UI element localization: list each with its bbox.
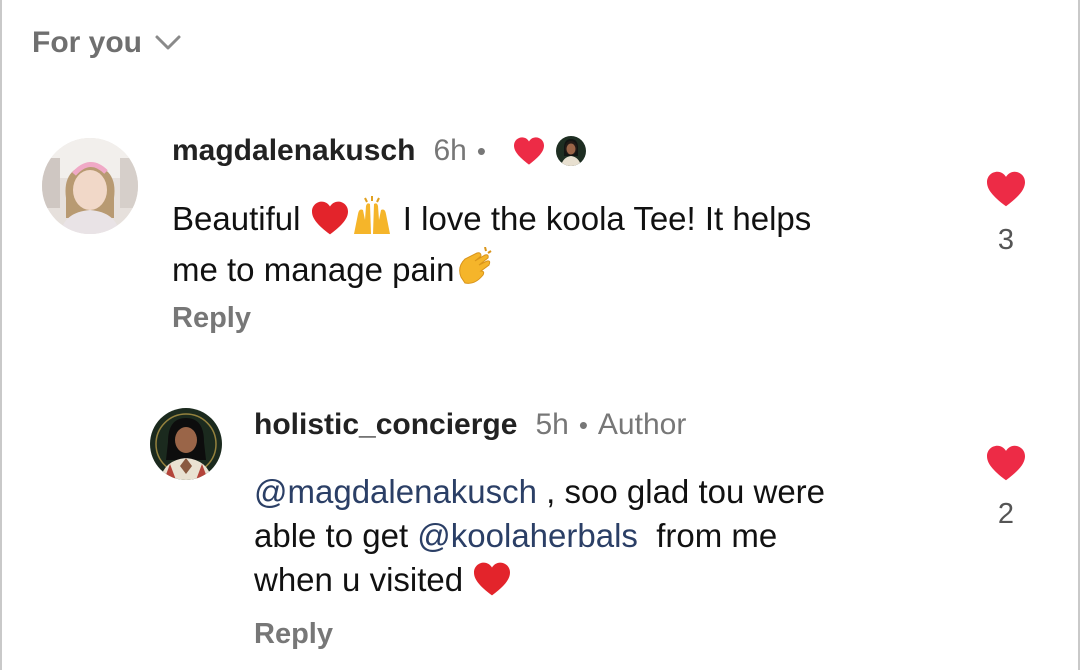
like-column: 3: [976, 170, 1036, 257]
sort-label: For you: [32, 26, 142, 59]
like-count: 2: [997, 498, 1015, 530]
author-mini-avatar: [555, 136, 586, 166]
red-heart-emoji-icon: [310, 200, 350, 247]
sort-dropdown[interactable]: For you: [32, 26, 182, 60]
comment-text-part: able to get: [254, 517, 418, 554]
like-column: 2: [976, 444, 1036, 531]
comment-text-part: , soo glad tou were: [537, 473, 826, 510]
author-badge: Author: [597, 408, 687, 441]
heart-icon[interactable]: [985, 444, 1027, 482]
comment-text: Beautiful I love the koola Tee! It helps…: [172, 196, 912, 298]
mention-link[interactable]: @koolaherbals: [417, 517, 638, 554]
comment-text-part: me to manage pain: [172, 251, 455, 288]
username[interactable]: holistic_concierge: [254, 408, 517, 442]
heart-icon[interactable]: [985, 170, 1027, 208]
liked-by-author-heart-icon: [513, 137, 544, 165]
username[interactable]: magdalenakusch: [172, 134, 415, 168]
timestamp: 5h: [535, 408, 569, 441]
comment-text-part: I love the koola Tee! It helps: [402, 200, 812, 237]
red-heart-emoji-icon: [472, 561, 512, 608]
comment-text: @magdalenakusch , soo glad tou were able…: [254, 470, 974, 608]
reply-button[interactable]: Reply: [254, 618, 333, 651]
separator-dot: •: [578, 409, 588, 440]
comment-header: holistic_concierge 5h • Author: [254, 408, 686, 442]
chevron-down-icon: [155, 35, 181, 50]
avatar[interactable]: [42, 138, 138, 234]
like-count: 3: [997, 224, 1015, 256]
timestamp: 6h: [433, 134, 467, 167]
comment-text-part: when u visited: [254, 561, 464, 598]
comment-text-part: from me: [637, 517, 778, 554]
avatar[interactable]: [150, 408, 222, 480]
clapping-hands-emoji-icon: [455, 246, 495, 298]
comment-header: magdalenakusch 6h •: [172, 134, 586, 168]
raising-hands-emoji-icon: [350, 196, 394, 247]
mention-link[interactable]: @magdalenakusch: [254, 473, 537, 510]
comment-text-part: Beautiful: [172, 200, 301, 237]
separator-dot: •: [476, 135, 486, 166]
reply-button[interactable]: Reply: [172, 302, 251, 335]
frame-left-border: [0, 0, 2, 670]
